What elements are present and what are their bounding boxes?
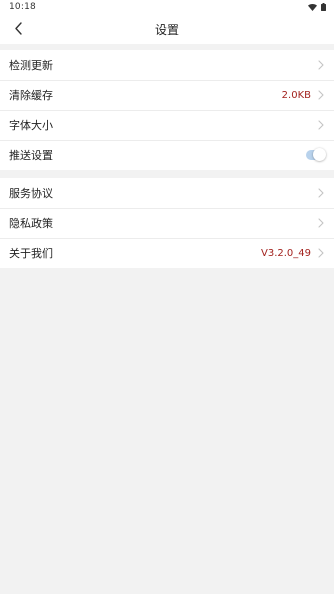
settings-item-check-update[interactable]: 检测更新 xyxy=(0,50,334,80)
back-button[interactable] xyxy=(6,14,30,44)
cache-size-value: 2.0KB xyxy=(281,89,311,101)
settings-item-label: 字体大小 xyxy=(9,119,53,132)
push-toggle[interactable] xyxy=(306,148,326,161)
settings-item-about-us[interactable]: 关于我们 V3.2.0_49 xyxy=(0,238,334,268)
chevron-right-icon xyxy=(317,119,325,131)
wifi-icon xyxy=(308,3,317,11)
status-bar: 10:18 xyxy=(0,0,334,14)
battery-icon xyxy=(321,3,326,11)
chevron-right-icon xyxy=(317,89,325,101)
chevron-right-icon xyxy=(317,217,325,229)
settings-group-general: 检测更新 清除缓存 2.0KB 字体大小 推送设置 xyxy=(0,50,334,170)
status-time: 10:18 xyxy=(9,2,36,12)
version-value: V3.2.0_49 xyxy=(260,247,311,259)
chevron-right-icon xyxy=(317,187,325,199)
settings-item-label: 检测更新 xyxy=(9,59,53,72)
settings-item-push: 推送设置 xyxy=(0,140,334,170)
settings-item-label: 服务协议 xyxy=(9,187,53,200)
settings-item-font-size[interactable]: 字体大小 xyxy=(0,110,334,140)
nav-bar: 设置 xyxy=(0,14,334,44)
settings-item-label: 推送设置 xyxy=(9,149,53,162)
back-arrow-icon xyxy=(14,20,23,39)
page-title: 设置 xyxy=(154,22,179,37)
toggle-knob xyxy=(313,148,326,161)
settings-screen: 10:18 设置 检测更新 清除缓存 2.0KB 字体大小 推送设置 服务协议 … xyxy=(0,0,334,594)
settings-item-clear-cache[interactable]: 清除缓存 2.0KB xyxy=(0,80,334,110)
settings-item-service-agreement[interactable]: 服务协议 xyxy=(0,178,334,208)
settings-item-privacy-policy[interactable]: 隐私政策 xyxy=(0,208,334,238)
chevron-right-icon xyxy=(317,59,325,71)
settings-item-label: 关于我们 xyxy=(9,247,53,260)
status-icons xyxy=(308,3,326,11)
settings-item-label: 清除缓存 xyxy=(9,89,53,102)
chevron-right-icon xyxy=(317,247,325,259)
settings-item-label: 隐私政策 xyxy=(9,217,53,230)
settings-group-about: 服务协议 隐私政策 关于我们 V3.2.0_49 xyxy=(0,178,334,268)
